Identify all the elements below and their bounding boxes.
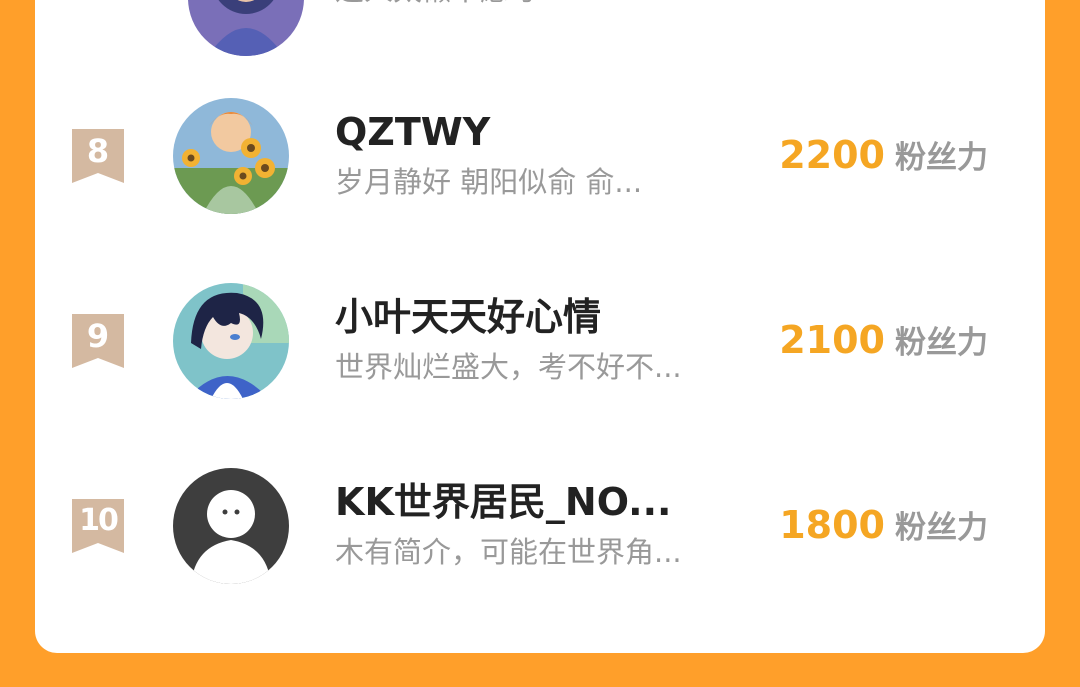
rank-badge: 10 (72, 499, 124, 553)
rank-number: 9 (86, 317, 110, 355)
default-person-avatar-icon (173, 468, 289, 584)
rank-badge: 9 (72, 314, 124, 368)
user-name[interactable]: KK世界居民_NO... (335, 478, 671, 526)
rank-number: 10 (79, 503, 119, 538)
fans-stat: 2200 粉丝力 (779, 130, 988, 188)
rank-number: 8 (86, 132, 110, 170)
anime-boy-with-sunflowers-avatar-icon (173, 98, 289, 214)
leaderboard-row[interactable]: 9 小叶天天好心情 世界灿烂盛大，考不好不... 2100 粉丝力 (35, 283, 1045, 413)
fans-count: 1800 (779, 503, 885, 547)
user-bio: 岁月静好 朝阳似俞 俞... (335, 165, 643, 199)
fans-count: 2100 (779, 318, 885, 362)
avatar[interactable] (173, 468, 289, 584)
user-name[interactable]: QZTWY (335, 108, 490, 156)
user-bio: 世界灿烂盛大，考不好不... (335, 350, 682, 384)
fans-label: 粉丝力 (895, 325, 988, 361)
user-bio: 这人太懒不愿写 (335, 0, 538, 10)
leaderboard-row-partial[interactable]: 这人太懒不愿写 (35, 0, 1045, 90)
anime-dark-hair-boy-avatar-icon (173, 283, 289, 399)
avatar[interactable] (173, 283, 289, 399)
ranking-card: 这人太懒不愿写 8 (35, 0, 1045, 653)
fans-count: 2200 (779, 133, 885, 177)
fans-label: 粉丝力 (895, 510, 988, 546)
rank-badge: 8 (72, 129, 124, 183)
fans-stat: 2100 粉丝力 (779, 315, 988, 373)
leaderboard-row[interactable]: 8 QZTWY 岁月静好 朝阳似俞 俞... 2200 粉丝力 (35, 98, 1045, 228)
avatar[interactable] (188, 0, 304, 56)
user-bio: 木有简介，可能在世界角... (335, 535, 682, 569)
fans-stat: 1800 粉丝力 (779, 500, 988, 558)
user-name[interactable]: 小叶天天好心情 (335, 293, 601, 341)
avatar[interactable] (173, 98, 289, 214)
fans-label: 粉丝力 (895, 140, 988, 176)
leaderboard-row[interactable]: 10 KK世界居民_NO... 木有简介，可能在世界角... 1800 粉丝力 (35, 468, 1045, 598)
